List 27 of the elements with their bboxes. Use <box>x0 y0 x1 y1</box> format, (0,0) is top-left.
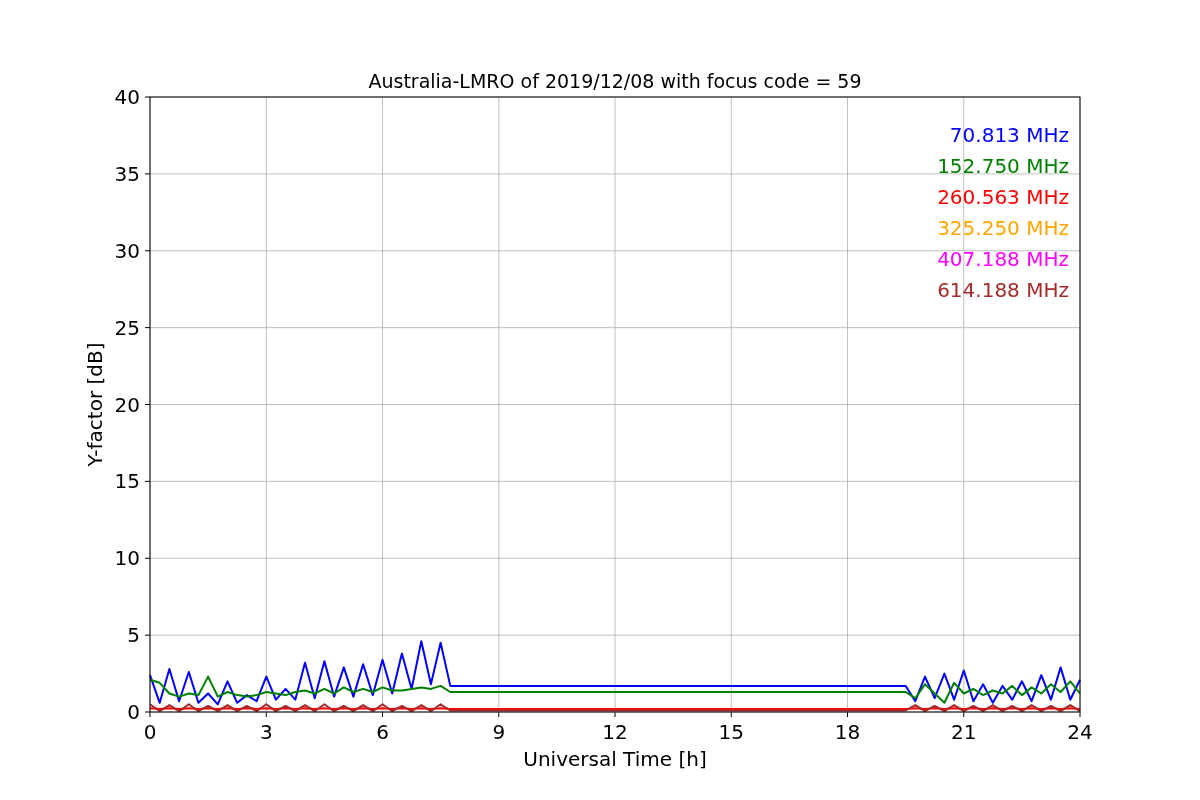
tick-label: 9 <box>492 720 506 744</box>
legend-label: 152.750 MHz <box>937 154 1069 178</box>
tick-label: 0 <box>143 720 157 744</box>
tick-label: 3 <box>259 720 273 744</box>
tick-label: 15 <box>114 469 140 494</box>
tick-label: 24 <box>1067 720 1093 744</box>
tick-label: 15 <box>718 720 744 744</box>
tick-label: 5 <box>127 623 140 648</box>
tick-label: 10 <box>114 546 140 571</box>
legend-label: 325.250 MHz <box>937 216 1069 240</box>
chart-title: Australia-LMRO of 2019/12/08 with focus code = 59 <box>368 70 862 92</box>
legend-label: 614.188 MHz <box>937 278 1069 302</box>
tick-label: 6 <box>376 720 389 744</box>
x-axis-label: Universal Time [h] <box>523 747 707 771</box>
tick-label: 25 <box>114 315 140 340</box>
tick-label: 35 <box>114 161 140 186</box>
tick-label: 30 <box>114 238 140 263</box>
tick-label: 40 <box>114 85 140 109</box>
tick-label: 20 <box>114 392 140 417</box>
y-axis-label: Y-factor [dB] <box>83 342 107 467</box>
tick-label: 12 <box>602 720 628 744</box>
tick-label: 21 <box>951 720 977 744</box>
tick-label: 0 <box>127 700 140 724</box>
tick-label: 18 <box>834 720 861 744</box>
legend-label: 260.563 MHz <box>937 185 1069 209</box>
legend-label: 70.813 MHz <box>949 123 1069 147</box>
legend-label: 407.188 MHz <box>937 247 1069 271</box>
